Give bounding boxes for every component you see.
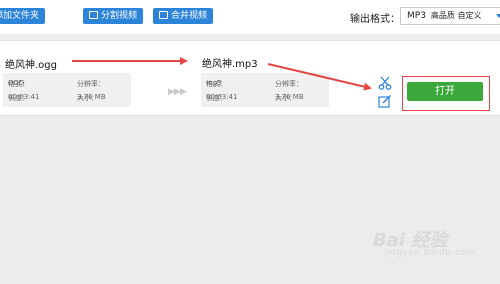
output-size-value: 3.76 MB: [275, 93, 304, 101]
source-resolution-label: 分辨率：: [77, 80, 105, 88]
source-size-value: 3.76 MB: [77, 93, 106, 101]
merge-video-label: 合并视频: [171, 11, 208, 21]
split-video-label: 分割视频: [101, 11, 138, 21]
output-info-panel: 格式： mp3 分辨率： 长度： 00:03:41 大小： 3.76 MB: [201, 73, 329, 107]
output-filename: 绝风神.mp3: [202, 59, 258, 70]
watermark-url: jingyan.baidu.com: [384, 248, 476, 258]
output-format-value: MP3: [407, 11, 426, 21]
output-quality-value: 高品质 自定义: [430, 11, 482, 20]
output-duration-value: 00:03:41: [206, 93, 238, 101]
output-format-label: 输出格式：: [350, 14, 400, 25]
task-row[interactable]: 绝风神.ogg 格式： OGG 分辨率： 长度： 00:03:41 大小： 3.76 …: [0, 40, 500, 116]
source-filename: 绝风神.ogg: [5, 60, 57, 71]
source-info-panel: 格式： OGG 分辨率： 长度： 00:03:41 大小： 3.76 MB: [3, 73, 131, 107]
edit-icon[interactable]: [378, 94, 392, 108]
add-folder-label: 添加文件夹: [0, 11, 40, 21]
scissors-icon[interactable]: [378, 76, 392, 90]
output-format-select[interactable]: MP3 高品质 自定义: [400, 7, 500, 25]
convert-arrow-icon: ▶▶▶: [168, 87, 187, 97]
open-button[interactable]: 打开: [407, 82, 483, 101]
source-format-value: OGG: [8, 79, 25, 87]
output-format-value: mp3: [206, 79, 222, 87]
split-video-button[interactable]: 分割视频: [83, 8, 144, 24]
split-icon: [89, 11, 98, 19]
add-folder-button[interactable]: 添加文件夹: [0, 8, 46, 24]
chevron-down-icon: [496, 14, 500, 18]
merge-video-button[interactable]: 合并视频: [153, 8, 214, 24]
output-resolution-label: 分辨率：: [275, 80, 303, 88]
merge-icon: [159, 11, 168, 19]
toolbar: 添加文件夹 分割视频 合并视频 输出格式： MP3 高品质 自定义: [0, 0, 500, 34]
source-duration-value: 00:03:41: [8, 93, 40, 101]
